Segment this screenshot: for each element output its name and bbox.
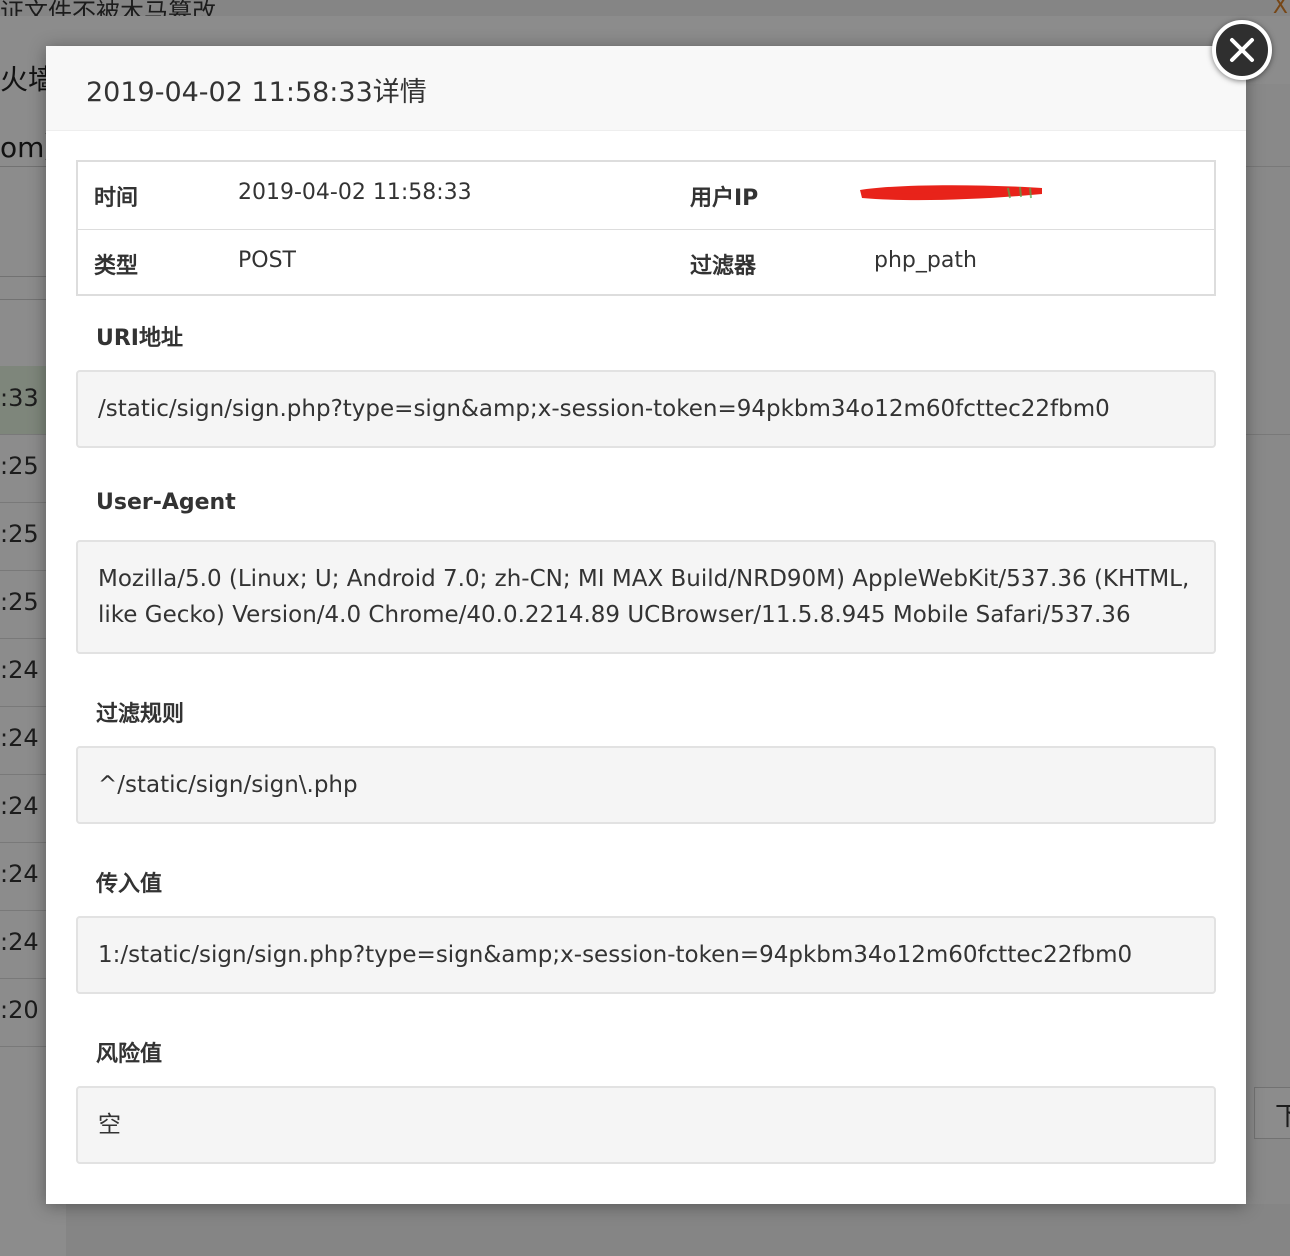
time-label: 时间 <box>94 186 139 211</box>
user-agent-box: Mozilla/5.0 (Linux; U; Android 7.0; zh-C… <box>76 540 1216 654</box>
modal-header: 2019-04-02 11:58:33详情 <box>46 46 1246 131</box>
type-label: 类型 <box>94 254 139 279</box>
info-row: 类型 POST 过滤器 php_path <box>78 229 1214 297</box>
filter-value: php_path <box>874 248 977 273</box>
input-value: 1:/static/sign/sign.php?type=sign&amp;x-… <box>98 942 1133 968</box>
risk-value: 空 <box>98 1112 121 1138</box>
redacted-ip-value <box>860 185 1042 201</box>
type-value: POST <box>238 248 296 273</box>
ip-label: 用户IP <box>690 186 759 211</box>
uri-label: URI地址 <box>96 326 183 351</box>
uri-box: /static/sign/sign.php?type=sign&amp;x-se… <box>76 370 1216 448</box>
user-agent-value: Mozilla/5.0 (Linux; U; Android 7.0; zh-C… <box>98 566 1190 628</box>
risk-value-label: 风险值 <box>96 1042 163 1067</box>
close-button[interactable] <box>1212 20 1272 80</box>
input-value-label: 传入值 <box>96 872 163 897</box>
filter-rule-box: ^/static/sign/sign\.php <box>76 746 1216 824</box>
filter-label: 过滤器 <box>690 254 757 279</box>
time-value: 2019-04-02 11:58:33 <box>238 180 472 205</box>
close-icon <box>1230 38 1254 62</box>
info-row: 时间 2019-04-02 11:58:33 用户IP <box>78 162 1214 229</box>
user-agent-label: User-Agent <box>96 490 236 515</box>
risk-value-box: 空 <box>76 1086 1216 1164</box>
modal-title: 2019-04-02 11:58:33详情 <box>86 77 427 108</box>
uri-value: /static/sign/sign.php?type=sign&amp;x-se… <box>98 396 1110 422</box>
filter-rule-value: ^/static/sign/sign\.php <box>98 772 358 798</box>
filter-rule-label: 过滤规则 <box>96 702 185 727</box>
detail-modal: 2019-04-02 11:58:33详情 时间 2019-04-02 11:5… <box>46 46 1246 1204</box>
info-table: 时间 2019-04-02 11:58:33 用户IP 类型 POST 过滤器 … <box>76 160 1216 296</box>
input-value-box: 1:/static/sign/sign.php?type=sign&amp;x-… <box>76 916 1216 994</box>
